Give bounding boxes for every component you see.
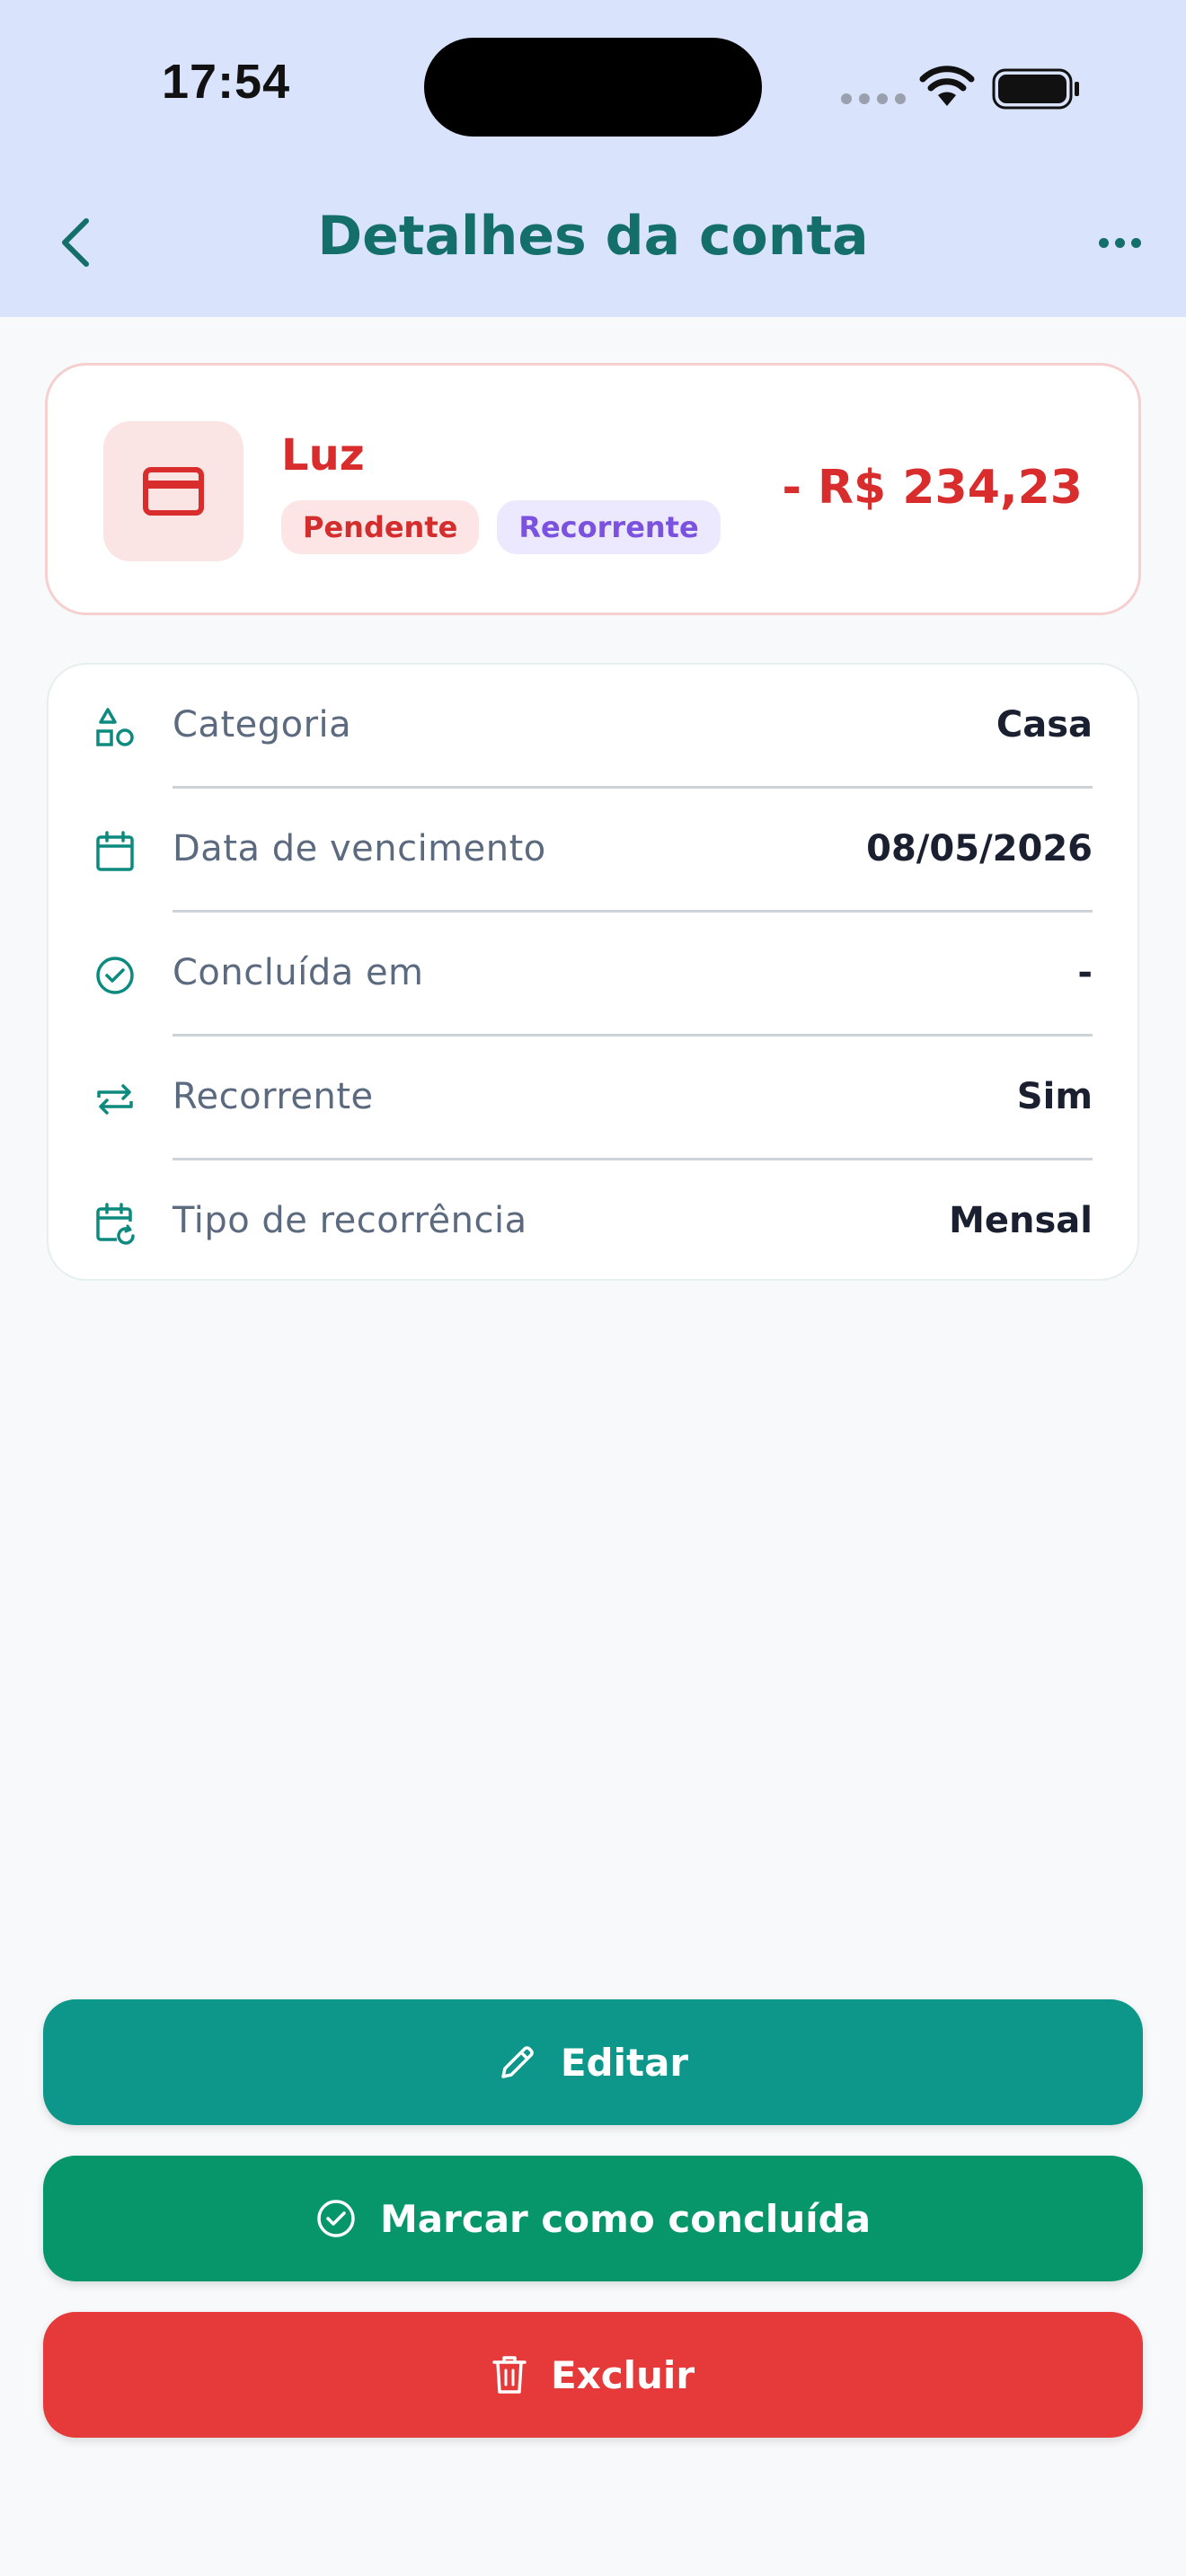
detail-value: Mensal: [949, 1200, 1093, 1241]
check-circle-icon: [317, 2200, 355, 2237]
detail-row-recurrence-type: Tipo de recorrência Mensal: [49, 1160, 1137, 1284]
calendar-icon: [96, 831, 134, 871]
detail-label: Concluída em: [173, 952, 424, 993]
mark-complete-button-label: Marcar como concluída: [379, 2196, 872, 2241]
detail-row-recurrent: Recorrente Sim: [49, 1037, 1137, 1160]
page-title: Detalhes da conta: [317, 205, 869, 268]
detail-row-due-date: Data de vencimento 08/05/2026: [49, 789, 1137, 913]
detail-label: Recorrente: [173, 1076, 374, 1117]
delete-button[interactable]: Excluir: [43, 2312, 1143, 2438]
battery-icon: [992, 68, 1079, 110]
category-shapes-icon: [96, 708, 134, 746]
status-badge-recurrent: Recorrente: [497, 500, 721, 554]
detail-label: Data de vencimento: [173, 828, 546, 869]
detail-value: -: [1077, 952, 1093, 993]
detail-value: Casa: [996, 704, 1093, 745]
wifi-icon: [919, 66, 975, 106]
detail-value: Sim: [1016, 1076, 1093, 1117]
delete-button-label: Excluir: [550, 2352, 695, 2397]
check-circle-icon: [96, 957, 134, 994]
cellular-signal-icon: [841, 93, 906, 104]
bill-summary-card: Luz Pendente Recorrente - R$ 234,23: [45, 363, 1141, 615]
detail-label: Tipo de recorrência: [173, 1200, 527, 1241]
dynamic-island: [424, 38, 762, 137]
bill-amount: - R$ 234,23: [782, 461, 1083, 515]
detail-label: Categoria: [173, 704, 352, 745]
calendar-repeat-icon: [96, 1203, 135, 1245]
edit-button-label: Editar: [560, 2040, 689, 2085]
bill-icon-container: [103, 421, 243, 561]
bill-name: Luz: [281, 430, 365, 481]
more-horizontal-icon: [1098, 237, 1109, 248]
detail-row-category: Categoria Casa: [49, 665, 1137, 789]
details-card: Categoria Casa Data de vencimento 08/05/…: [47, 663, 1139, 1281]
repeat-icon: [97, 1084, 133, 1115]
more-options-button[interactable]: [1087, 225, 1152, 260]
status-badge-pending: Pendente: [281, 500, 480, 554]
pencil-icon: [501, 2046, 534, 2078]
trash-icon: [492, 2356, 527, 2394]
header: 17:54 Detalhes da conta: [0, 0, 1186, 317]
mark-complete-button[interactable]: Marcar como concluída: [43, 2156, 1143, 2281]
edit-button[interactable]: Editar: [43, 1999, 1143, 2125]
status-time: 17:54: [162, 55, 291, 109]
detail-value: 08/05/2026: [866, 828, 1093, 869]
detail-row-completed-at: Concluída em -: [49, 913, 1137, 1037]
bill-badges: Pendente Recorrente: [281, 500, 721, 554]
credit-card-icon: [143, 467, 204, 516]
